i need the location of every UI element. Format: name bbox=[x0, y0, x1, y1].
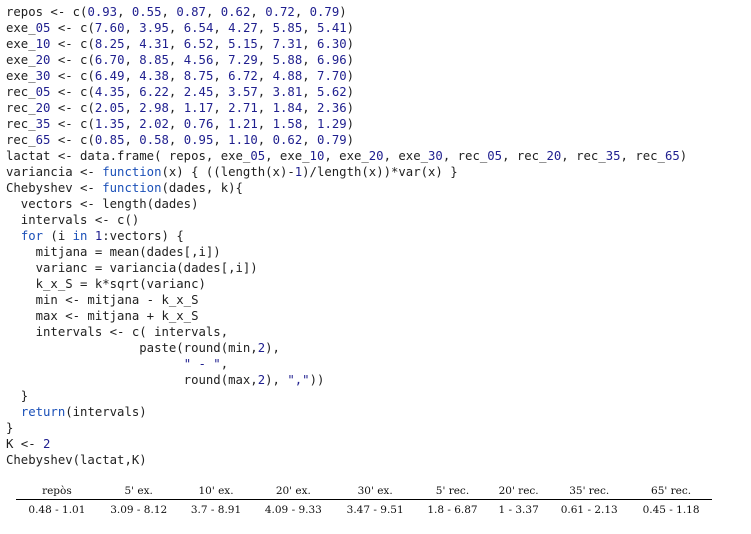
code-block: repos <- c(0.93, 0.55, 0.87, 0.62, 0.72,… bbox=[6, 4, 687, 468]
table-header-row: repòs 5' ex. 10' ex. 20' ex. 30' ex. 5' rec. 2… bbox=[16, 485, 712, 500]
table-cell: 1.8 - 6.87 bbox=[427, 504, 478, 516]
code-line: Chebyshev <- function(dades, k){ bbox=[6, 181, 243, 195]
table-header-cell: 35' rec. bbox=[548, 485, 631, 500]
code-line: intervals <- c() bbox=[6, 213, 140, 227]
code-line: rec_20 <- c(2.05, 2.98, 1.17, 2.71, 1.84… bbox=[6, 101, 355, 115]
table-cell: 4.09 - 9.33 bbox=[264, 504, 322, 516]
code-line: repos <- c(0.93, 0.55, 0.87, 0.62, 0.72,… bbox=[6, 5, 347, 19]
table-cell: 0.48 - 1.01 bbox=[28, 504, 86, 516]
table-header-cell: 65' rec. bbox=[630, 485, 712, 500]
code-line: varianc = variancia(dades[,i]) bbox=[6, 261, 258, 275]
code-line: rec_35 <- c(1.35, 2.02, 0.76, 1.21, 1.58… bbox=[6, 117, 355, 131]
code-line: } bbox=[6, 421, 14, 435]
code-line: Chebyshev(lactat,K) bbox=[6, 453, 147, 467]
code-line: K <- 2 bbox=[6, 437, 51, 451]
table-cell: 0.45 - 1.18 bbox=[642, 504, 700, 516]
code-line: rec_05 <- c(4.35, 6.22, 2.45, 3.57, 3.81… bbox=[6, 85, 355, 99]
code-line: } bbox=[6, 389, 29, 403]
code-line: for (i in 1:vectors) { bbox=[20, 229, 184, 243]
code-line: exe_30 <- c(6.49, 4.38, 8.75, 6.72, 4.88… bbox=[6, 69, 355, 83]
table-cell: 3.09 - 8.12 bbox=[110, 504, 168, 516]
table-header-cell: repòs bbox=[16, 485, 98, 500]
table-row: 0.48 - 1.01 3.09 - 8.12 3.7 - 8.91 4.09 - 9… bbox=[16, 500, 712, 516]
code-line: intervals <- c( intervals, bbox=[6, 325, 229, 339]
code-line: vectors <- length(dades) bbox=[6, 197, 199, 211]
code-line: exe_05 <- c(7.60, 3.95, 6.54, 4.27, 5.85… bbox=[6, 21, 355, 35]
result-table: repòs 5' ex. 10' ex. 20' ex. 30' ex. 5' rec. 2… bbox=[16, 485, 712, 516]
code-line: " - ", bbox=[183, 357, 229, 371]
table-header-cell: 5' ex. bbox=[97, 485, 180, 500]
code-line: max <- mitjana + k_x_S bbox=[6, 309, 199, 323]
code-line: variancia <- function(x) { ((length(x)-1… bbox=[6, 165, 458, 179]
code-line: min <- mitjana - k_x_S bbox=[6, 293, 199, 307]
code-line: rec_65 <- c(0.85, 0.58, 0.95, 1.10, 0.62… bbox=[6, 133, 355, 147]
code-line: return(intervals) bbox=[20, 405, 147, 419]
table-cell: 3.47 - 9.51 bbox=[346, 504, 404, 516]
table-header-cell: 20' rec. bbox=[488, 485, 549, 500]
table-cell: 0.61 - 2.13 bbox=[560, 504, 618, 516]
table-header-cell: 5' rec. bbox=[416, 485, 489, 500]
table-cell: 1 - 3.37 bbox=[498, 504, 539, 516]
code-line: k_x_S = k*sqrt(varianc) bbox=[6, 277, 206, 291]
code-line: exe_10 <- c(8.25, 4.31, 6.52, 5.15, 7.31… bbox=[6, 37, 355, 51]
code-line: exe_20 <- c(6.70, 8.85, 4.56, 7.29, 5.88… bbox=[6, 53, 355, 67]
code-line: round(max,2), ",")) bbox=[6, 373, 325, 387]
table-header-cell: 30' ex. bbox=[334, 485, 417, 500]
code-line: lactat <- data.frame( repos, exe_05, exe… bbox=[6, 149, 688, 163]
code-line: mitjana = mean(dades[,i]) bbox=[6, 245, 221, 259]
code-line: paste(round(min,2), bbox=[6, 341, 280, 355]
table-header-cell: 10' ex. bbox=[179, 485, 253, 500]
table-cell: 3.7 - 8.91 bbox=[190, 504, 242, 516]
table-header-cell: 20' ex. bbox=[252, 485, 335, 500]
